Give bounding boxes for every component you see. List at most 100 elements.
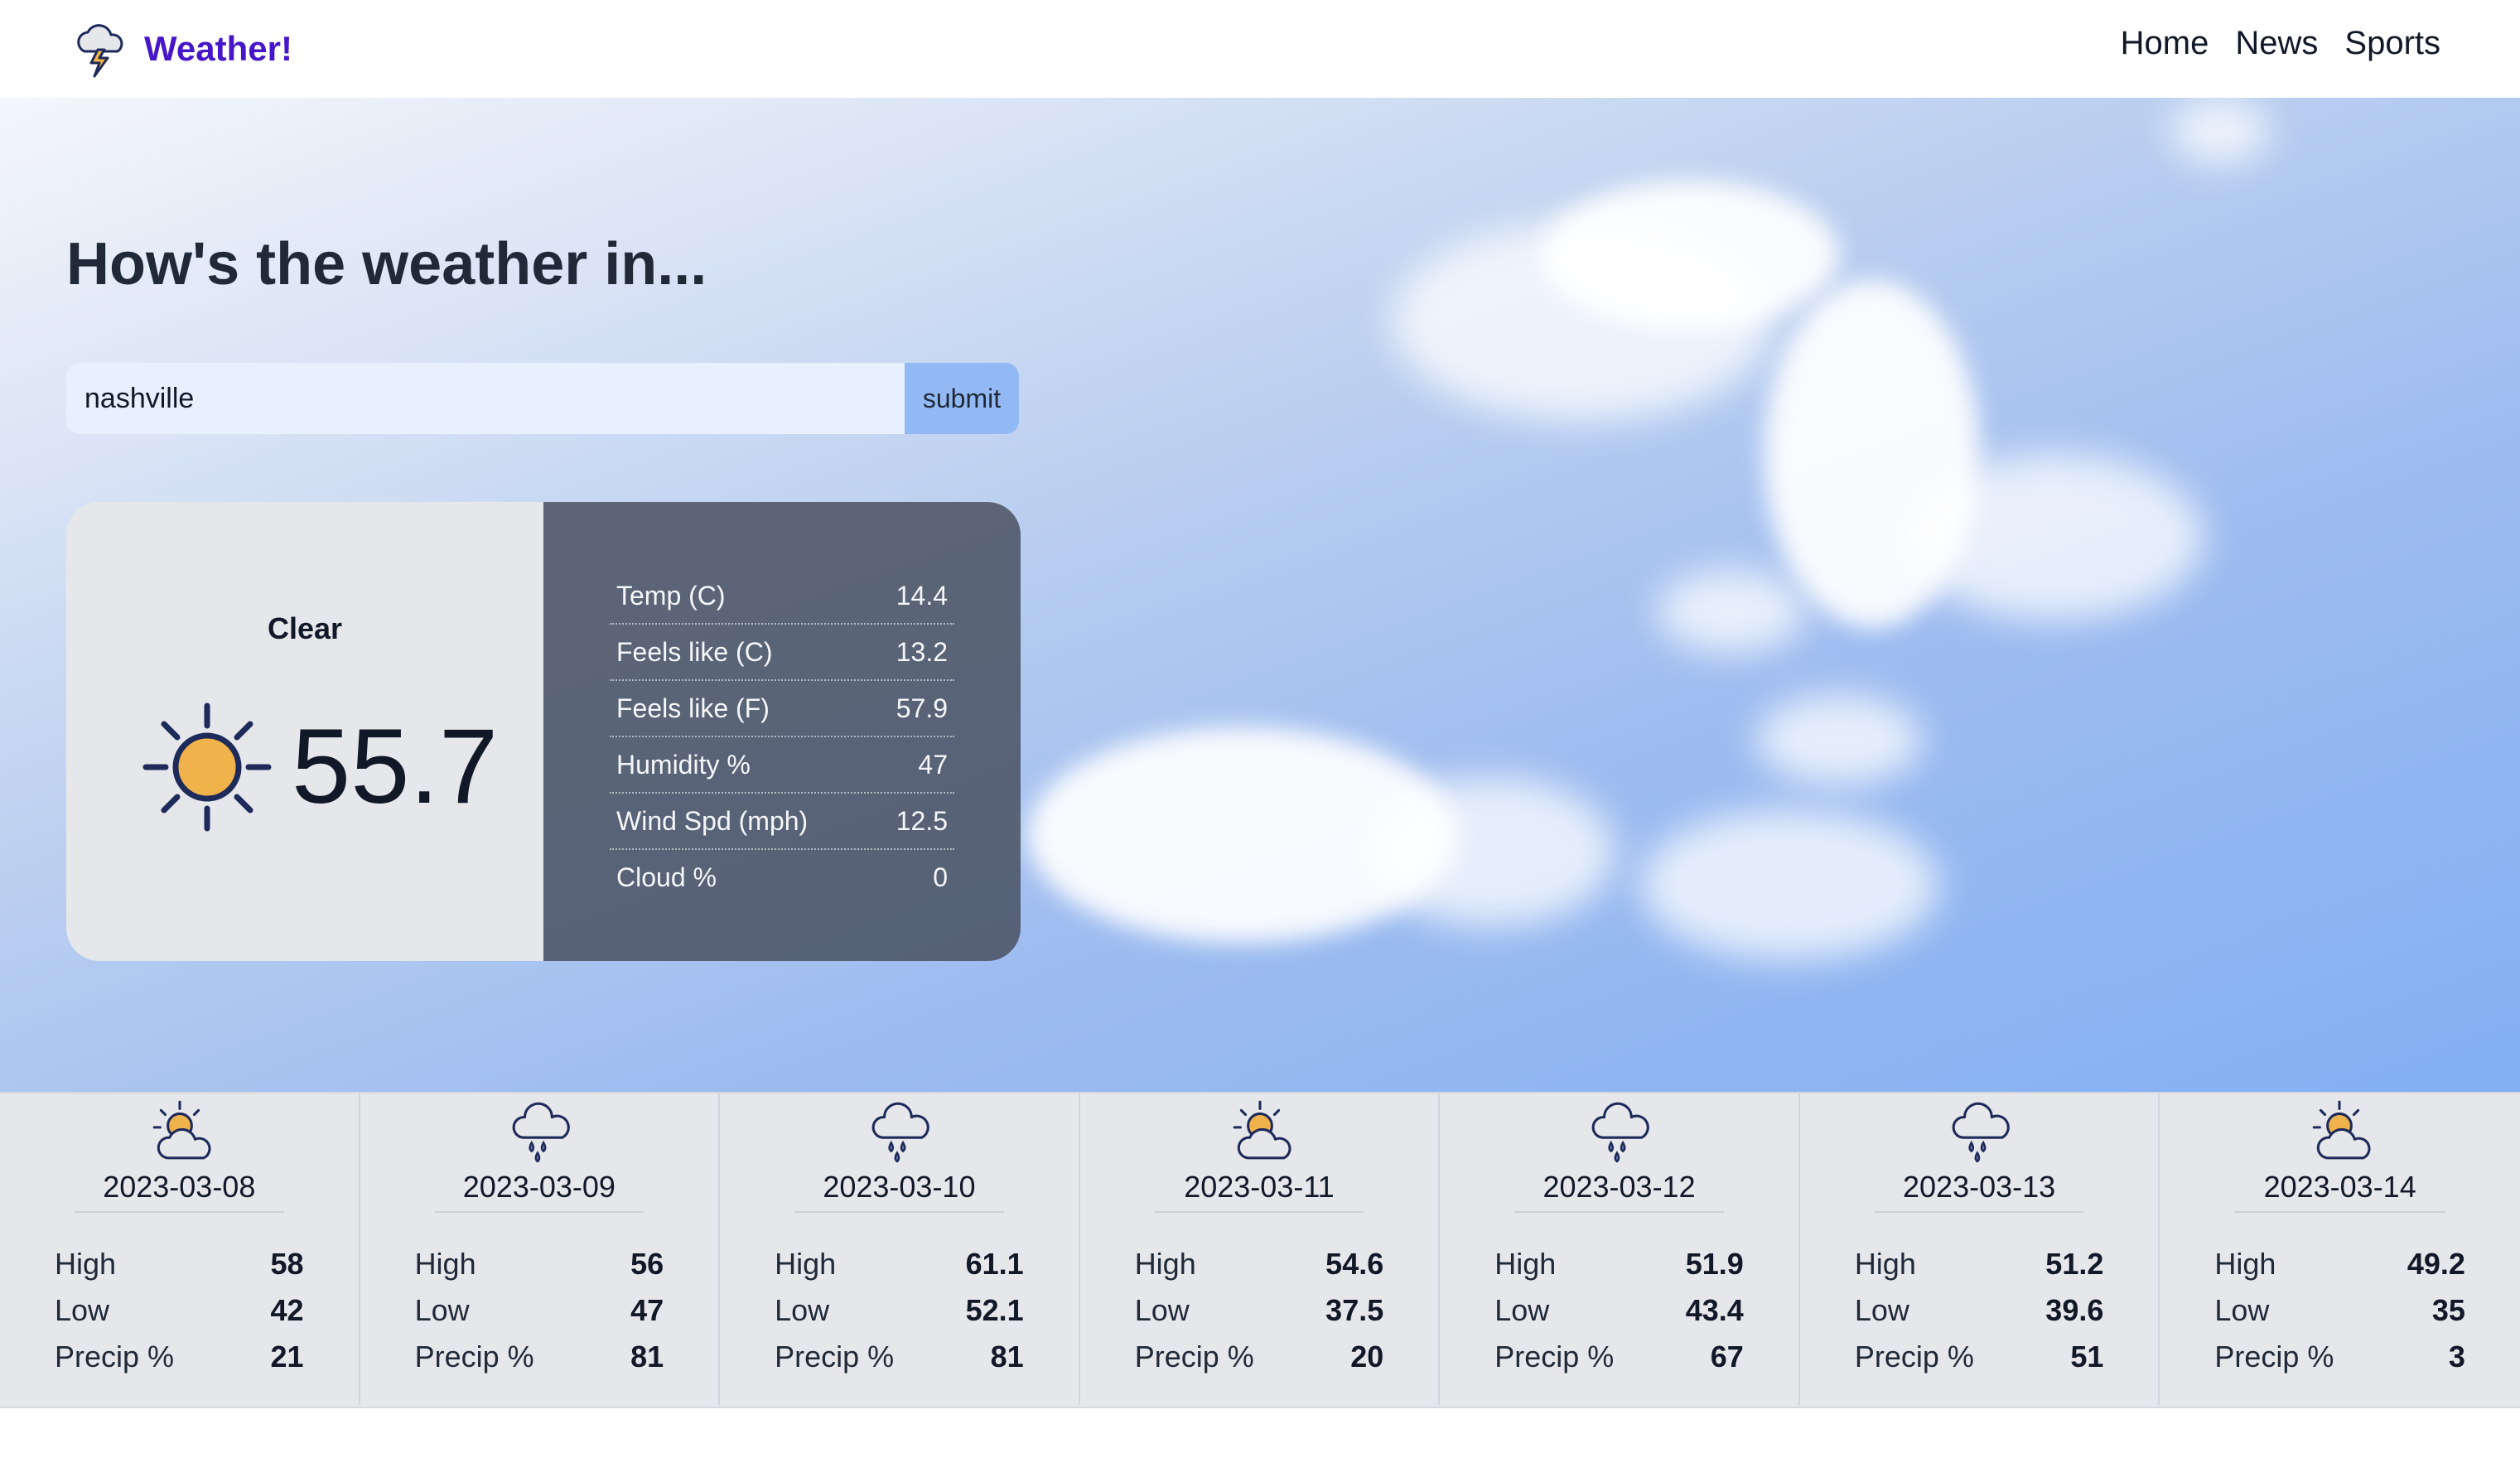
divider — [75, 1211, 284, 1213]
stat-value: 47 — [918, 749, 948, 780]
low-label: Low — [1134, 1293, 1190, 1327]
main-nav: Home News Sports — [2121, 25, 2440, 62]
divider — [2234, 1211, 2445, 1213]
brand-name: Weather! — [144, 29, 292, 68]
current-weather-card: Clear 55.7 Temp (C) 14.4 Feels like (C) … — [66, 502, 1021, 961]
forecast-values: High 51.9 Low 43.4 Precip % 67 — [1494, 1241, 1744, 1380]
precip-value: 67 — [1710, 1340, 1744, 1374]
hero-section: How's the weather in... submit Clear — [0, 98, 2520, 1092]
divider — [1874, 1211, 2084, 1213]
stat-label: Wind Spd (mph) — [616, 805, 809, 836]
low-value: 35 — [2431, 1293, 2465, 1327]
forecast-date: 2023-03-09 — [462, 1170, 616, 1204]
forecast-day: 2023-03-09 High 56 Low 47 Precip % 81 — [360, 1094, 721, 1405]
nav-sports-link[interactable]: Sports — [2344, 25, 2440, 62]
precip-value: 20 — [1350, 1340, 1384, 1374]
current-summary: Clear 55.7 — [66, 502, 543, 961]
high-label: High — [1494, 1247, 1557, 1281]
low-value: 52.1 — [965, 1293, 1024, 1327]
high-label: High — [1134, 1247, 1196, 1281]
forecast-date: 2023-03-13 — [1903, 1170, 2056, 1204]
forecast-values: High 51.2 Low 39.6 Precip % 51 — [1855, 1241, 2104, 1380]
forecast-day: 2023-03-10 High 61.1 Low 52.1 Precip % 81 — [720, 1094, 1080, 1405]
low-label: Low — [414, 1293, 470, 1327]
partly-cloudy-icon — [1233, 1100, 1291, 1160]
high-value: 61.1 — [965, 1247, 1024, 1281]
forecast-strip: 2023-03-08 High 58 Low 42 Precip % 21 2023-… — [0, 1092, 2520, 1408]
nav-home-link[interactable]: Home — [2121, 25, 2209, 62]
stat-row: Temp (C) 14.4 — [610, 568, 954, 625]
rain-cloud-icon — [1591, 1102, 1650, 1163]
precip-value: 3 — [2448, 1340, 2465, 1374]
forecast-date: 2023-03-12 — [1542, 1170, 1696, 1204]
low-label: Low — [1854, 1293, 1909, 1327]
storm-cloud-icon — [77, 24, 123, 78]
low-value: 42 — [270, 1293, 304, 1327]
high-label: High — [2214, 1247, 2276, 1281]
precip-value: 81 — [630, 1340, 664, 1374]
low-value: 39.6 — [2045, 1293, 2104, 1327]
precip-label: Precip % — [2214, 1340, 2334, 1374]
stat-row: Humidity % 47 — [610, 737, 954, 794]
high-value: 49.2 — [2407, 1247, 2465, 1281]
forecast-values: High 54.6 Low 37.5 Precip % 20 — [1135, 1241, 1384, 1380]
sun-icon — [142, 702, 272, 832]
forecast-day: 2023-03-08 High 58 Low 42 Precip % 21 — [0, 1094, 360, 1405]
low-label: Low — [1494, 1293, 1550, 1327]
precip-label: Precip % — [1134, 1340, 1254, 1374]
rain-cloud-icon — [512, 1102, 570, 1163]
high-label: High — [55, 1247, 117, 1281]
stat-label: Feels like (F) — [616, 693, 770, 723]
partly-cloudy-icon — [2313, 1100, 2371, 1160]
precip-value: 51 — [2070, 1340, 2104, 1374]
low-value: 37.5 — [1325, 1293, 1384, 1327]
stat-label: Temp (C) — [616, 580, 726, 611]
forecast-values: High 61.1 Low 52.1 Precip % 81 — [775, 1241, 1024, 1380]
high-label: High — [775, 1247, 837, 1281]
stat-value: 13.2 — [896, 636, 948, 667]
precip-value: 81 — [990, 1340, 1024, 1374]
city-search-form: submit — [66, 363, 1019, 434]
high-value: 56 — [630, 1247, 664, 1281]
rain-cloud-icon — [871, 1102, 929, 1163]
high-value: 51.2 — [2045, 1247, 2104, 1281]
top-navbar: Weather! Home News Sports — [0, 0, 2520, 98]
forecast-day: 2023-03-14 High 49.2 Low 35 Precip % 3 — [2160, 1094, 2520, 1405]
divider — [434, 1211, 644, 1213]
partly-cloudy-icon — [152, 1100, 211, 1160]
page-headline: How's the weather in... — [66, 231, 707, 297]
low-label: Low — [55, 1293, 110, 1327]
high-value: 51.9 — [1685, 1247, 1744, 1281]
high-label: High — [1854, 1247, 1916, 1281]
divider — [794, 1211, 1004, 1213]
city-search-input[interactable] — [66, 363, 905, 434]
submit-button[interactable]: submit — [905, 363, 1019, 434]
precip-label: Precip % — [414, 1340, 534, 1374]
low-label: Low — [775, 1293, 830, 1327]
stat-label: Feels like (C) — [616, 636, 773, 667]
precip-label: Precip % — [1854, 1340, 1974, 1374]
stat-value: 12.5 — [896, 805, 948, 836]
current-temperature: 55.7 — [292, 707, 499, 826]
low-value: 47 — [630, 1293, 664, 1327]
high-value: 54.6 — [1325, 1247, 1384, 1281]
nav-news-link[interactable]: News — [2235, 25, 2318, 62]
current-details: Temp (C) 14.4 Feels like (C) 13.2 Feels … — [543, 502, 1021, 961]
forecast-day: 2023-03-12 High 51.9 Low 43.4 Precip % 67 — [1440, 1094, 1800, 1405]
forecast-date: 2023-03-08 — [103, 1170, 256, 1204]
stat-label: Humidity % — [616, 749, 751, 780]
forecast-date: 2023-03-11 — [1184, 1170, 1335, 1204]
condition-label: Clear — [267, 611, 343, 645]
stat-row: Wind Spd (mph) 12.5 — [610, 794, 954, 850]
rain-cloud-icon — [1952, 1102, 2010, 1163]
precip-label: Precip % — [775, 1340, 895, 1374]
brand[interactable]: Weather! — [73, 20, 292, 78]
forecast-date: 2023-03-10 — [823, 1170, 976, 1204]
low-label: Low — [2214, 1293, 2270, 1327]
divider — [1514, 1211, 1724, 1213]
stat-value: 57.9 — [896, 693, 948, 723]
forecast-values: High 56 Low 47 Precip % 81 — [415, 1241, 664, 1380]
stat-value: 0 — [933, 862, 948, 892]
precip-label: Precip % — [1494, 1340, 1615, 1374]
high-value: 58 — [270, 1247, 304, 1281]
